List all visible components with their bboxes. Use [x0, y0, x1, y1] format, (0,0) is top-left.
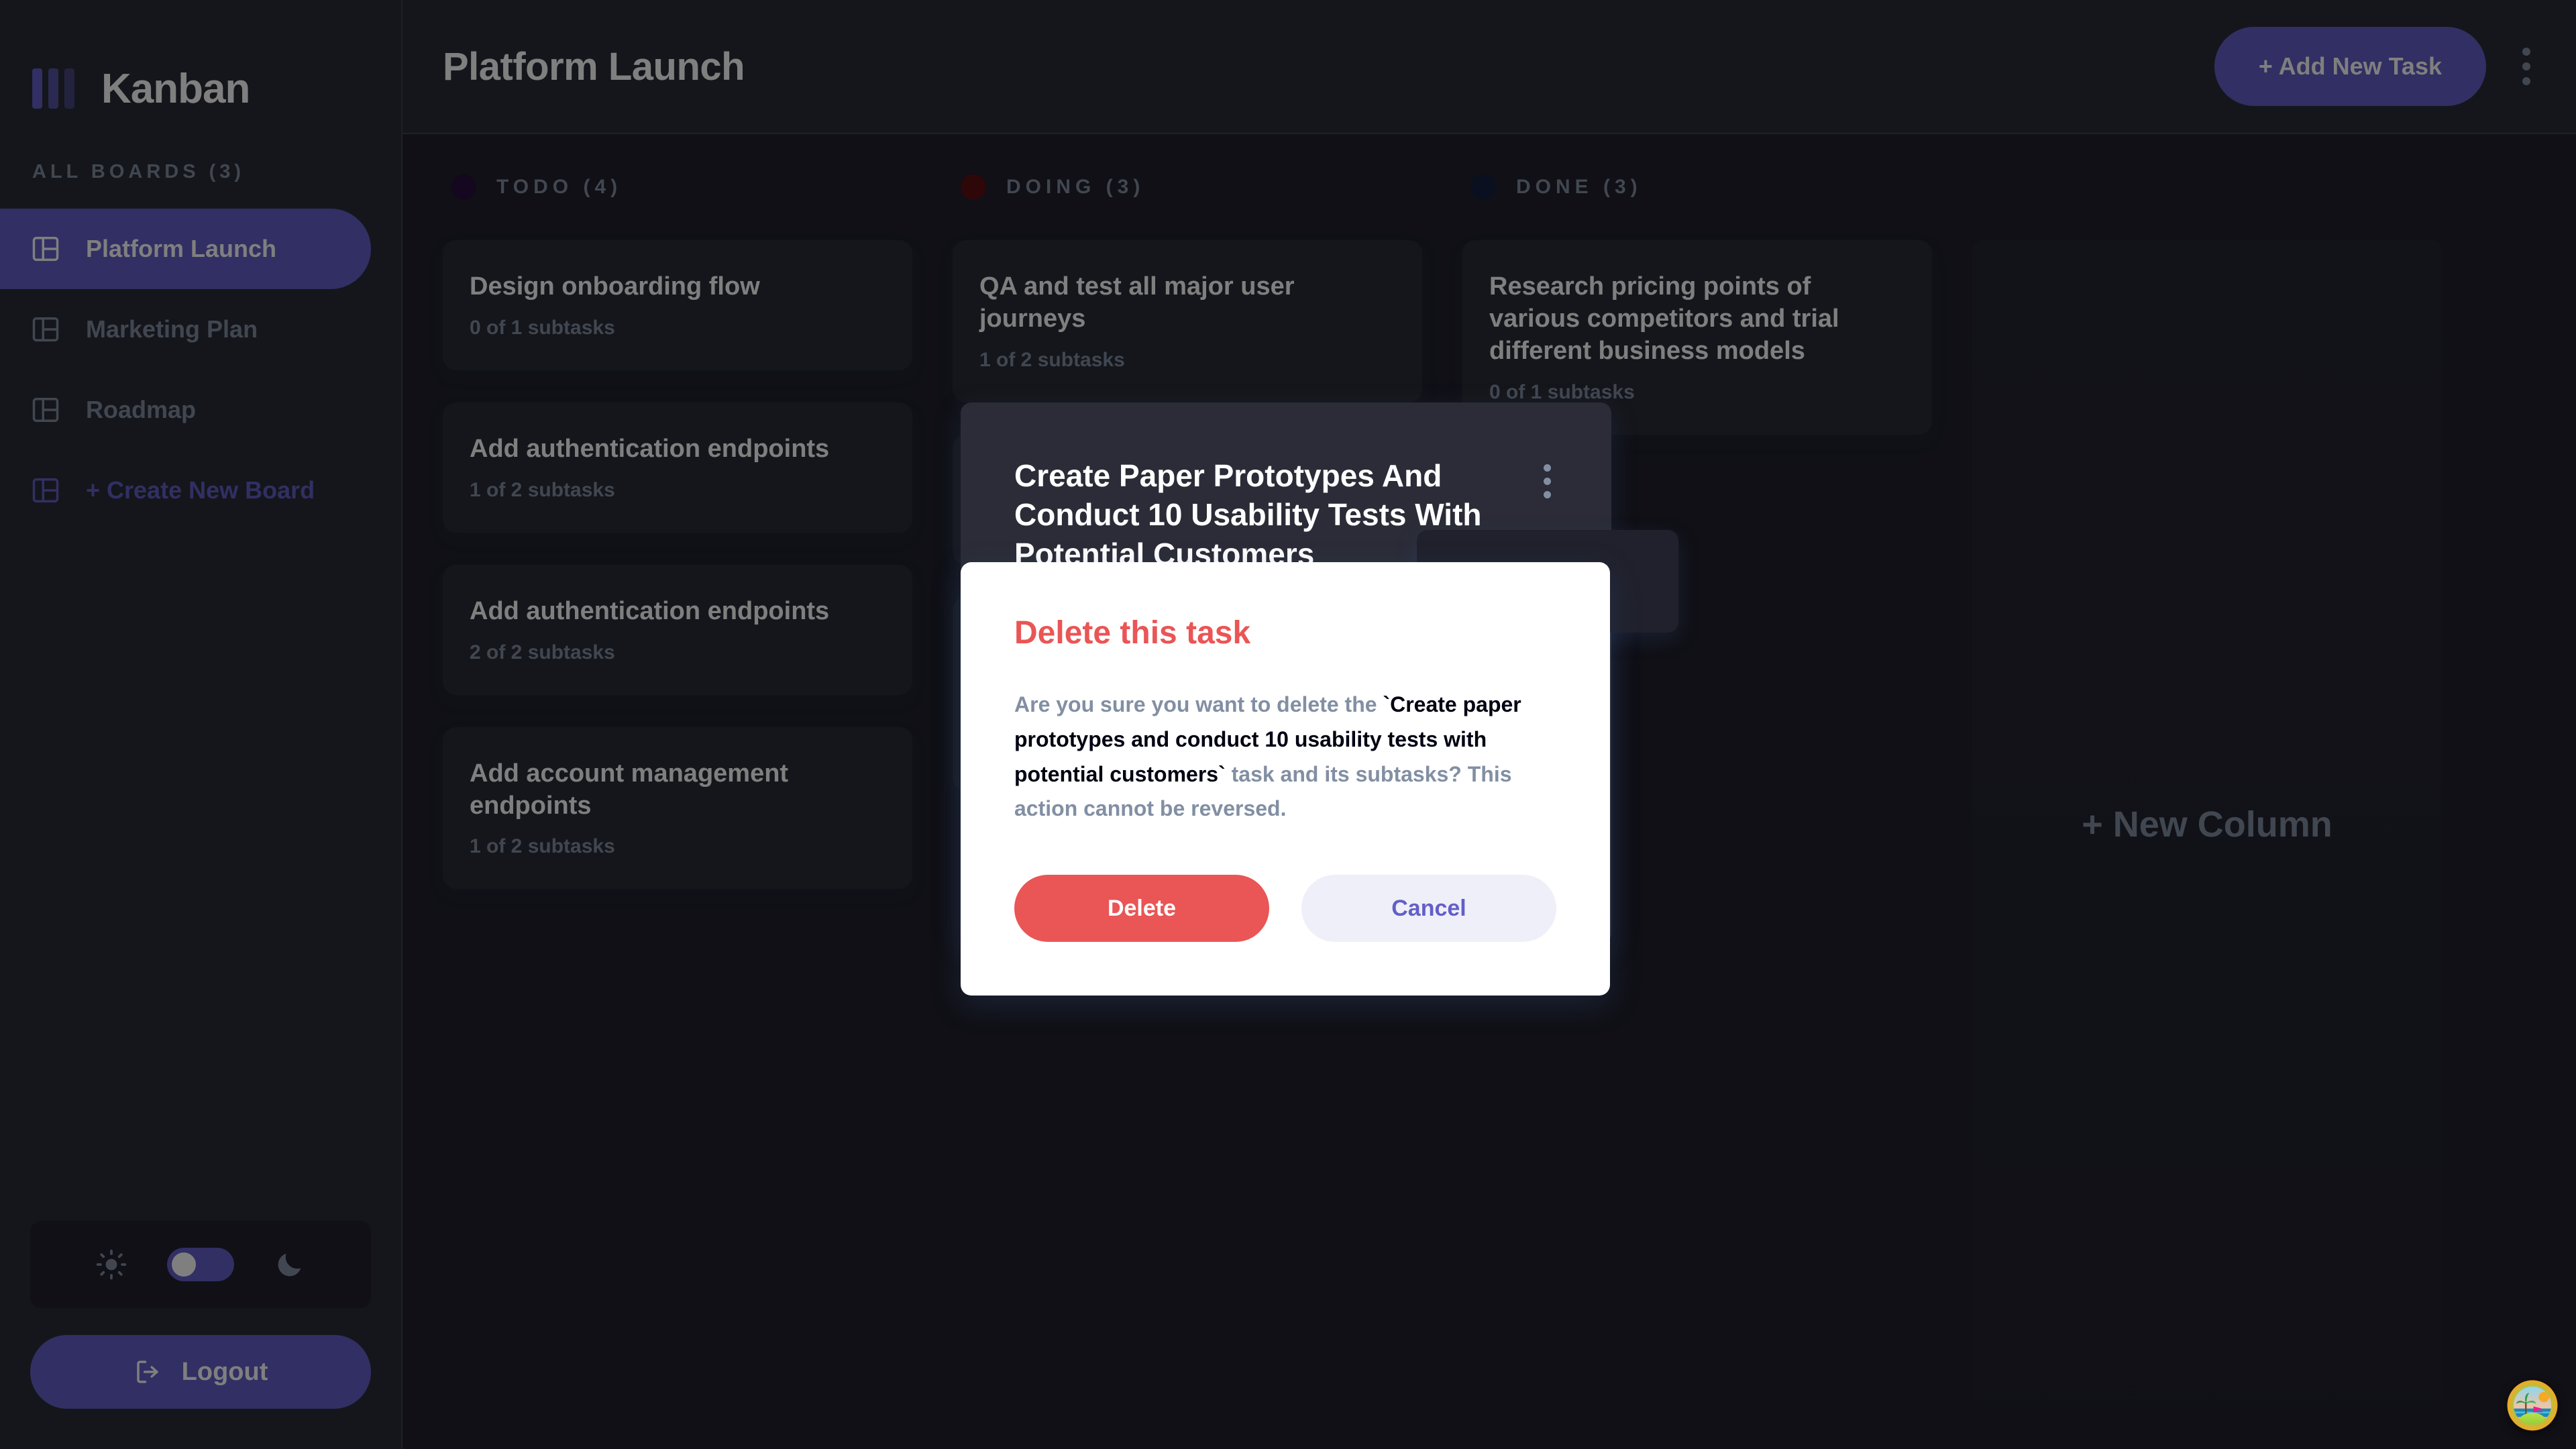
- confirm-delete-button[interactable]: Delete: [1014, 875, 1269, 943]
- avatar[interactable]: [2506, 1379, 2559, 1432]
- task-detail-kebab-menu-icon[interactable]: [1537, 456, 1558, 506]
- delete-modal-body: Are you sure you want to delete the `Cre…: [1014, 688, 1556, 826]
- delete-body-prefix: Are you sure you want to delete the: [1014, 692, 1383, 716]
- cancel-button[interactable]: Cancel: [1301, 875, 1556, 943]
- delete-modal-title: Delete this task: [1014, 615, 1251, 651]
- delete-modal-actions: Delete Cancel: [1014, 875, 1556, 943]
- delete-task-modal: Delete this task Are you sure you want t…: [961, 562, 1610, 996]
